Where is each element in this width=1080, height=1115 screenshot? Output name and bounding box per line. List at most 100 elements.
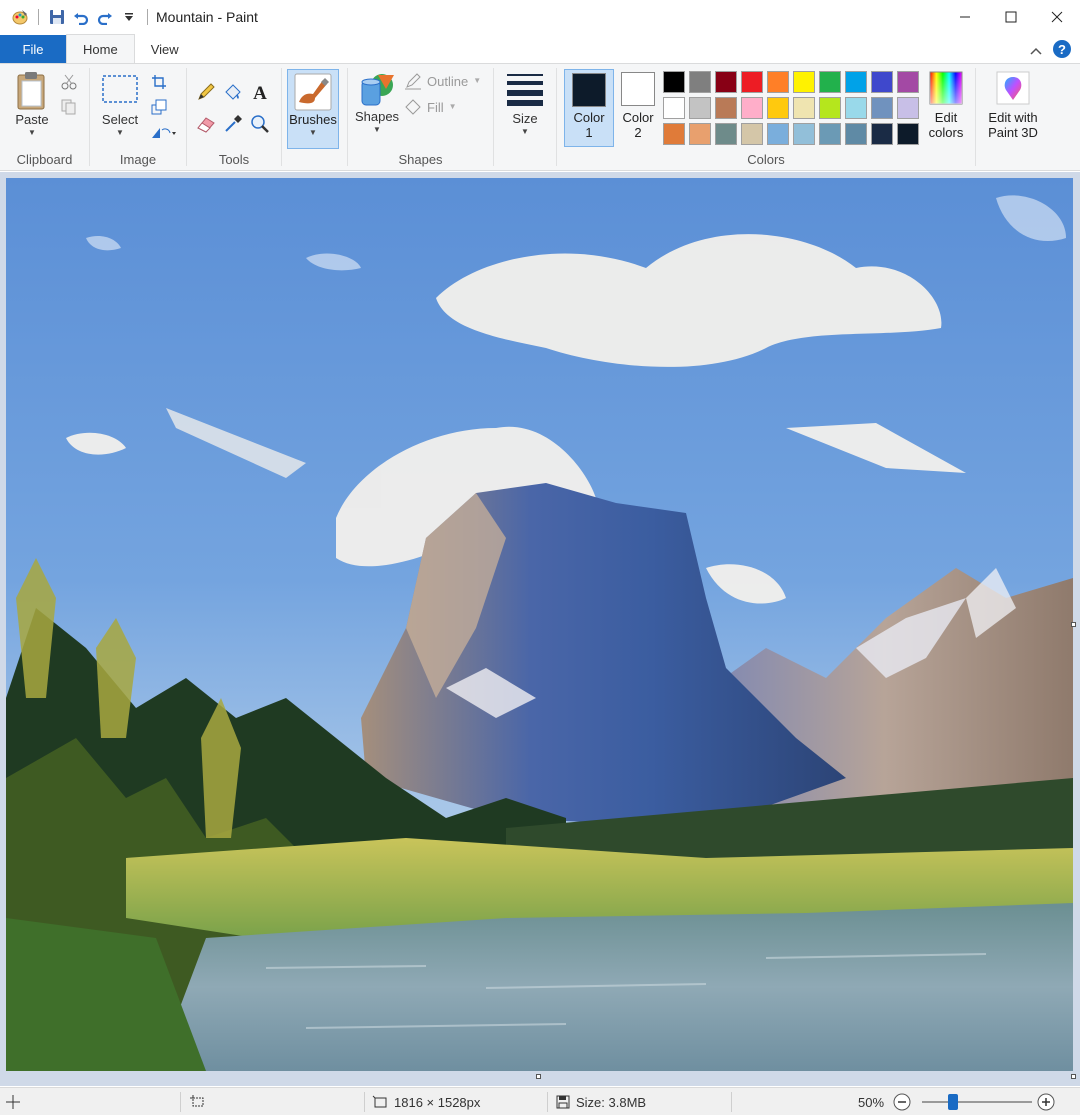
paste-dropdown-icon[interactable]: ▼ (28, 128, 36, 138)
edit-with-paint3d-button[interactable]: Edit with Paint 3D (982, 71, 1044, 140)
palette-swatch[interactable] (871, 71, 893, 93)
close-button[interactable] (1034, 0, 1080, 34)
color-palette (663, 71, 919, 145)
palette-swatch[interactable] (741, 71, 763, 93)
fill-bucket-icon[interactable] (222, 81, 244, 103)
collapse-ribbon-icon[interactable] (1030, 43, 1042, 58)
palette-swatch[interactable] (897, 123, 919, 145)
palette-swatch[interactable] (663, 97, 685, 119)
customize-qat-icon[interactable] (117, 5, 141, 29)
dimensions-text: 1816 × 1528px (394, 1094, 481, 1110)
palette-swatch[interactable] (715, 123, 737, 145)
maximize-button[interactable] (988, 0, 1034, 34)
drawing-canvas[interactable] (6, 178, 1073, 1071)
palette-swatch[interactable] (871, 123, 893, 145)
selection-icon (190, 1095, 204, 1107)
palette-swatch[interactable] (689, 123, 711, 145)
palette-swatch[interactable] (793, 71, 815, 93)
palette-swatch[interactable] (871, 97, 893, 119)
redo-icon[interactable] (93, 5, 117, 29)
brushes-label: Brushes (289, 112, 337, 127)
palette-swatch[interactable] (663, 123, 685, 145)
ribbon-tabs: File Home View ? (0, 34, 1080, 63)
save-icon[interactable] (45, 5, 69, 29)
size-label: Size (512, 111, 538, 126)
pencil-icon[interactable] (195, 81, 217, 103)
color2-button[interactable]: Color 2 (616, 69, 660, 140)
palette-swatch[interactable] (741, 123, 763, 145)
undo-icon[interactable] (69, 5, 93, 29)
palette-swatch[interactable] (663, 71, 685, 93)
select-rect-icon (102, 75, 138, 103)
palette-swatch[interactable] (845, 71, 867, 93)
file-size: Size: 3.8MB (556, 1088, 646, 1115)
palette-swatch[interactable] (845, 123, 867, 145)
select-button[interactable]: Select ▼ (98, 74, 142, 138)
help-icon[interactable]: ? (1052, 39, 1072, 62)
brushes-button[interactable]: Brushes ▼ (287, 69, 339, 149)
palette-swatch[interactable] (741, 97, 763, 119)
palette-swatch[interactable] (767, 123, 789, 145)
zoom-in-button[interactable] (1037, 1088, 1055, 1115)
select-dropdown-icon[interactable]: ▼ (116, 128, 124, 138)
palette-swatch[interactable] (819, 71, 841, 93)
workspace (0, 172, 1080, 1086)
tab-view[interactable]: View (135, 35, 195, 63)
text-tool-icon[interactable]: A (249, 81, 271, 103)
resize-handle-bottom[interactable] (536, 1074, 541, 1079)
fill-button[interactable]: Fill ▼ (404, 98, 457, 116)
resize-handle-right[interactable] (1071, 622, 1076, 627)
size-dropdown-icon[interactable]: ▼ (521, 127, 529, 137)
tab-home[interactable]: Home (66, 34, 135, 63)
size-button[interactable]: Size ▼ (502, 72, 548, 137)
color1-button[interactable]: Color 1 (564, 69, 614, 147)
ribbon: Paste ▼ Clipboard Select ▼ Image A Tools (0, 63, 1080, 171)
magnifier-icon[interactable] (249, 113, 271, 135)
cut-icon[interactable] (58, 71, 80, 93)
window-title: Mountain - Paint (156, 9, 258, 25)
palette-swatch[interactable] (767, 71, 789, 93)
file-size-text: Size: 3.8MB (576, 1094, 647, 1110)
zoom-slider[interactable] (922, 1094, 1032, 1110)
crop-icon[interactable] (148, 71, 170, 93)
palette-swatch[interactable] (767, 97, 789, 119)
shapes-dropdown-icon[interactable]: ▼ (373, 125, 381, 135)
cursor-position (6, 1088, 20, 1115)
svg-text:?: ? (1058, 42, 1066, 57)
palette-swatch[interactable] (715, 71, 737, 93)
minimize-button[interactable] (942, 0, 988, 34)
outline-icon (405, 73, 421, 90)
palette-swatch[interactable] (897, 71, 919, 93)
zoom-slider-thumb[interactable] (948, 1094, 958, 1110)
tab-file[interactable]: File (0, 35, 66, 63)
zoom-out-button[interactable] (893, 1088, 911, 1115)
resize-icon[interactable] (148, 96, 170, 118)
clipboard-group-label: Clipboard (16, 152, 73, 167)
palette-swatch[interactable] (897, 97, 919, 119)
palette-swatch[interactable] (689, 97, 711, 119)
color-picker-icon[interactable] (222, 113, 244, 135)
outline-button[interactable]: Outline ▼ (404, 72, 481, 90)
quick-access-toolbar: Mountain - Paint (0, 0, 258, 34)
palette-swatch[interactable] (715, 97, 737, 119)
paint-app-icon[interactable] (8, 5, 32, 29)
zoom-readout: 50% (858, 1088, 884, 1115)
palette-swatch[interactable] (819, 97, 841, 119)
paste-button[interactable]: Paste ▼ (10, 70, 54, 138)
clipboard-group: Paste ▼ Clipboard (0, 64, 89, 170)
title-bar: Mountain - Paint (0, 0, 1080, 34)
palette-swatch[interactable] (793, 97, 815, 119)
copy-icon[interactable] (58, 96, 80, 118)
eraser-icon[interactable] (195, 113, 217, 135)
rotate-icon[interactable] (148, 121, 180, 143)
palette-swatch[interactable] (689, 71, 711, 93)
tools-group-label: Tools (218, 152, 250, 167)
palette-swatch[interactable] (793, 123, 815, 145)
selection-size (190, 1088, 206, 1115)
palette-swatch[interactable] (845, 97, 867, 119)
palette-swatch[interactable] (819, 123, 841, 145)
shapes-button[interactable]: Shapes ▼ (354, 71, 400, 135)
edit-colors-button[interactable]: Edit colors (924, 71, 968, 140)
resize-handle-corner[interactable] (1071, 1074, 1076, 1079)
brushes-dropdown-icon[interactable]: ▼ (309, 128, 317, 138)
